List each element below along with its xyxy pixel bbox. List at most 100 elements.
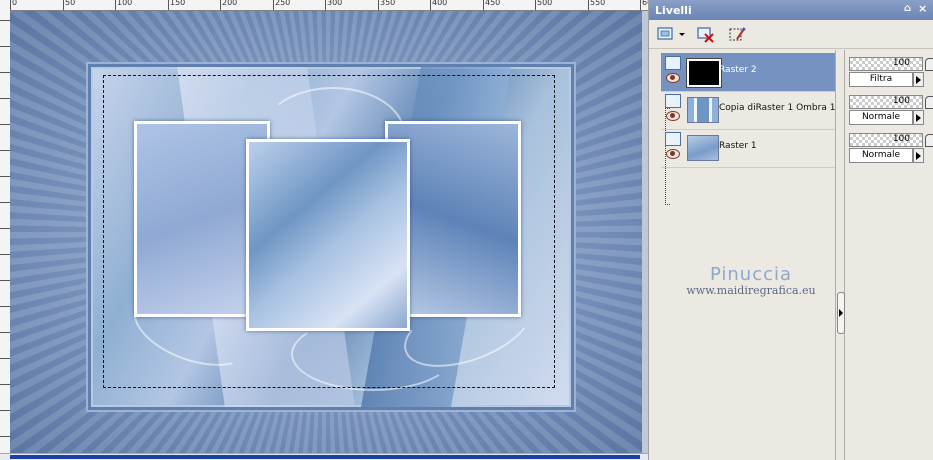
chevron-down-icon <box>679 33 685 36</box>
ruler-tick <box>220 0 221 10</box>
edit-selection-button[interactable] <box>727 25 751 45</box>
ruler-tick <box>430 0 431 10</box>
ruler-tick <box>10 0 11 10</box>
blend-mode-select[interactable]: Normale <box>849 110 913 125</box>
layer-row-raster-1[interactable]: Raster 1 <box>661 129 835 168</box>
layer-thumbnail <box>687 97 719 123</box>
ruler-label: 200 <box>222 0 238 7</box>
lock-icon[interactable] <box>925 96 933 109</box>
canvas-image[interactable] <box>10 11 642 453</box>
layer-row-raster-2[interactable]: Raster 2 <box>661 53 835 92</box>
opacity-slider[interactable]: 100 <box>849 57 923 71</box>
ruler-tick <box>483 0 484 10</box>
scrollbar-thumb[interactable] <box>10 455 640 459</box>
ruler-tick <box>0 176 10 177</box>
new-layer-icon <box>657 27 673 40</box>
ruler-tick <box>0 332 10 333</box>
ruler-label: 100 <box>117 0 133 7</box>
layer-props-row: 100 Normale <box>847 91 933 129</box>
ruler-tick <box>168 0 169 10</box>
ruler-tick <box>0 436 10 437</box>
ruler-tick <box>0 98 10 99</box>
ruler-tick <box>115 0 116 10</box>
selection-marquee[interactable] <box>103 75 555 388</box>
new-layer-dropdown[interactable] <box>677 25 687 45</box>
ruler-label: 0 <box>12 0 18 7</box>
edit-selection-icon <box>729 27 746 41</box>
ruler-tick <box>0 124 10 125</box>
opacity-value: 100 <box>892 96 910 106</box>
watermark: Pinuccia www.maidiregrafica.eu <box>661 264 841 297</box>
ruler-tick <box>640 0 641 10</box>
ruler-label: 50 <box>65 0 76 7</box>
splitter-grip[interactable] <box>837 292 845 334</box>
opacity-slider[interactable]: 100 <box>849 133 923 147</box>
canvas-area[interactable]: 050100150200250300350400450500550600 <box>0 0 648 460</box>
visibility-eye-icon[interactable] <box>666 73 680 83</box>
blend-mode-arrow[interactable] <box>913 72 924 87</box>
blend-mode-arrow[interactable] <box>913 148 924 163</box>
raster-layer-icon <box>665 132 681 146</box>
ruler-label: 250 <box>275 0 291 7</box>
new-layer-button[interactable] <box>655 25 679 45</box>
ruler-tick <box>0 46 10 47</box>
pin-icon[interactable]: ⌂ <box>904 3 914 15</box>
blend-mode-arrow[interactable] <box>913 110 924 125</box>
ruler-tick <box>0 306 10 307</box>
panel-title: Livelli <box>655 4 692 17</box>
ruler-label: 400 <box>432 0 448 7</box>
layer-name: Raster 2 <box>719 65 757 75</box>
blend-mode-select[interactable]: Normale <box>849 148 913 163</box>
ruler-tick <box>0 72 10 73</box>
lock-icon[interactable] <box>925 134 933 147</box>
layer-thumbnail <box>687 59 721 87</box>
layer-name: Raster 1 <box>719 141 757 151</box>
ruler-tick <box>0 150 10 151</box>
ruler-tick <box>63 0 64 10</box>
lock-icon[interactable] <box>925 58 933 71</box>
panel-splitter[interactable] <box>835 50 845 460</box>
horizontal-ruler: 050100150200250300350400450500550600 <box>0 0 648 11</box>
layers-panel: Livelli ⌂ × Raster 2 Copia diRaster 1 Om… <box>648 0 933 460</box>
raster-layer-icon <box>665 94 681 108</box>
ruler-tick <box>0 228 10 229</box>
ruler-tick <box>0 384 10 385</box>
ruler-tick <box>325 0 326 10</box>
ruler-tick <box>588 0 589 10</box>
horizontal-scrollbar[interactable] <box>0 453 648 460</box>
opacity-value: 100 <box>892 58 910 68</box>
layer-list: Raster 2 Copia diRaster 1 Ombra 1 Raster… <box>661 50 835 460</box>
panel-title-bar[interactable]: Livelli ⌂ × <box>649 0 933 20</box>
ruler-label: 150 <box>170 0 186 7</box>
visibility-eye-icon[interactable] <box>666 149 680 159</box>
ruler-tick <box>535 0 536 10</box>
blend-mode-select[interactable]: Filtra <box>849 72 913 87</box>
watermark-url: www.maidiregrafica.eu <box>686 284 816 297</box>
raster-layer-icon <box>665 56 681 70</box>
opacity-value: 100 <box>892 134 910 144</box>
close-icon[interactable]: × <box>918 2 930 16</box>
ruler-label: 300 <box>327 0 343 7</box>
layer-props-row: 100 Filtra <box>847 53 933 91</box>
delete-layer-icon <box>697 27 714 43</box>
ruler-tick <box>0 254 10 255</box>
ruler-tick <box>0 20 10 21</box>
ruler-tick <box>0 280 10 281</box>
delete-layer-button[interactable] <box>695 25 719 45</box>
watermark-name: Pinuccia <box>709 264 793 285</box>
ruler-tick <box>0 410 10 411</box>
layer-name: Copia diRaster 1 Ombra 1 <box>719 103 836 113</box>
ruler-tick <box>0 202 10 203</box>
layers-toolbar <box>649 20 933 49</box>
layer-row-copia-raster-1-ombra-1[interactable]: Copia diRaster 1 Ombra 1 <box>661 91 835 130</box>
layer-thumbnail <box>687 135 719 161</box>
layer-props-row: 100 Normale <box>847 129 933 167</box>
ruler-tick <box>273 0 274 10</box>
ruler-label: 450 <box>485 0 501 7</box>
ruler-label: 350 <box>380 0 396 7</box>
visibility-eye-icon[interactable] <box>666 111 680 121</box>
opacity-slider[interactable]: 100 <box>849 95 923 109</box>
ruler-tick <box>0 358 10 359</box>
layer-properties: 100 Filtra 100 Normale 100 Normale <box>845 50 933 460</box>
ruler-label: 550 <box>590 0 606 7</box>
